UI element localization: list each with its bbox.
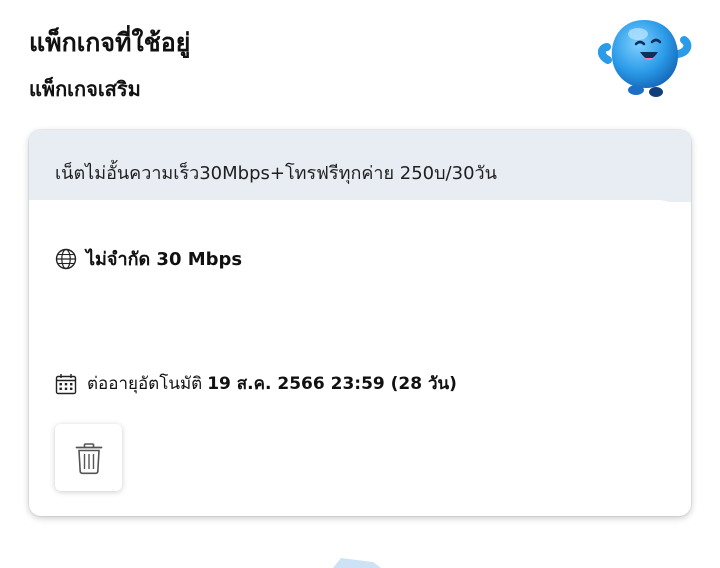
delete-package-button[interactable] — [55, 424, 122, 491]
active-packages-page: แพ็กเกจที่ใช้อยู่ แพ็กเกจเสริม เน็ตไม่อั… — [0, 0, 720, 568]
section-title: แพ็กเกจเสริม — [29, 77, 141, 101]
renewal-row: ต่ออายุอัตโนมัติ 19 ส.ค. 2566 23:59 (28 … — [55, 370, 457, 397]
page-title: แพ็กเกจที่ใช้อยู่ — [29, 28, 191, 57]
decorative-shape — [333, 558, 381, 568]
package-card-header: เน็ตไม่อั้นความเร็ว30Mbps+โทรฟรีทุกค่าย … — [29, 130, 691, 202]
renewal-label: ต่ออายุอัตโนมัติ — [87, 374, 203, 394]
calendar-icon — [55, 373, 77, 394]
package-name: เน็ตไม่อั้นความเร็ว30Mbps+โทรฟรีทุกค่าย … — [55, 163, 497, 184]
renewal-date: 19 ส.ค. 2566 23:59 (28 วัน) — [207, 374, 457, 394]
package-card: เน็ตไม่อั้นความเร็ว30Mbps+โทรฟรีทุกค่าย … — [29, 130, 691, 516]
mascot-character-image — [598, 20, 692, 97]
globe-icon — [55, 248, 77, 269]
speed-row: ไม่จำกัด 30 Mbps — [55, 244, 242, 273]
speed-label: ไม่จำกัด 30 Mbps — [86, 249, 243, 270]
trash-icon — [75, 442, 102, 474]
